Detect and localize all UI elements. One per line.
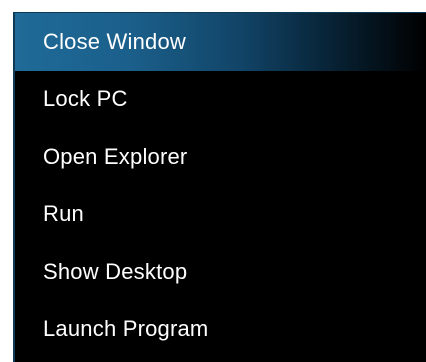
menu-item-run[interactable]: Run [15,186,426,244]
menu-item-lock-pc[interactable]: Lock PC [15,71,426,129]
menu-item-open-explorer[interactable]: Open Explorer [15,128,426,186]
menu-item-launch-program[interactable]: Launch Program [15,301,426,359]
menu-item-label: Lock PC [43,86,128,112]
menu-item-label: Launch Program [43,316,209,342]
menu-item-close-window[interactable]: Close Window [15,13,426,71]
menu-item-label: Run [43,201,84,227]
menu-item-label: Close Window [43,28,187,54]
menu-item-label: Open Explorer [43,143,188,169]
menu-item-show-desktop[interactable]: Show Desktop [15,243,426,301]
menu-item-label: Show Desktop [43,258,188,284]
context-menu: Close Window Lock PC Open Explorer Run S… [13,12,426,362]
